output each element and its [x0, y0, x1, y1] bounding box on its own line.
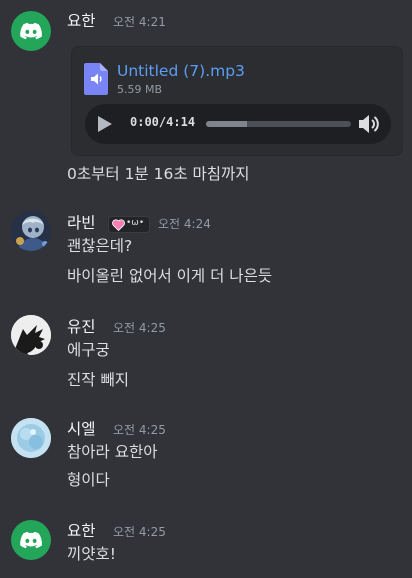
timestamp: 오전 4:24: [158, 217, 211, 231]
message-text: 진작 빼지: [67, 371, 129, 389]
badge-text: •ω•: [126, 218, 145, 228]
username[interactable]: 요한: [67, 11, 96, 31]
audio-file-icon: [84, 63, 108, 95]
message-text: 에구궁: [67, 341, 110, 359]
timestamp: 오전 4:21: [113, 15, 166, 29]
seek-buffered: [206, 121, 247, 127]
avatar[interactable]: [11, 418, 51, 458]
discord-logo-icon: [20, 531, 42, 549]
discord-logo-icon: [20, 22, 42, 40]
timestamp: 오전 4:25: [113, 321, 166, 335]
file-size: 5.59 MB: [117, 83, 163, 96]
volume-icon[interactable]: [357, 113, 381, 135]
username[interactable]: 시엘: [67, 419, 96, 439]
timestamp: 오전 4:25: [113, 525, 166, 539]
play-icon[interactable]: [93, 113, 115, 135]
message-text: 참아라 요한아: [67, 443, 158, 461]
username[interactable]: 라빈: [67, 213, 96, 233]
user-badge[interactable]: •ω•: [108, 216, 150, 233]
message-text: 끼얏호!: [67, 545, 116, 563]
character-avatar-icon: [11, 211, 51, 251]
cat-silhouette-avatar-icon: [11, 315, 51, 355]
avatar[interactable]: [11, 211, 51, 251]
duration: 4:14: [166, 115, 196, 129]
message-text: 바이올린 없어서 이게 더 나은듯: [67, 267, 273, 285]
message-text: 괜찮은데?: [67, 237, 133, 255]
message-text: 0초부터 1분 16초 마침까지: [67, 165, 250, 183]
audio-attachment: Untitled (7).mp3 5.59 MB 0:00/4:14: [71, 46, 403, 156]
audio-player: 0:00/4:14: [85, 104, 391, 144]
timestamp: 오전 4:25: [113, 423, 166, 437]
seek-bar[interactable]: [206, 121, 351, 127]
avatar[interactable]: [11, 11, 51, 51]
playback-time: 0:00/4:14: [130, 115, 195, 129]
file-name-link[interactable]: Untitled (7).mp3: [117, 62, 245, 80]
username[interactable]: 유진: [67, 317, 96, 337]
message-text: 형이다: [67, 471, 110, 489]
blue-watercolor-avatar-icon: [11, 418, 51, 458]
current-time: 0:00: [130, 115, 159, 129]
avatar[interactable]: [11, 315, 51, 355]
pink-heart-icon: [112, 219, 125, 231]
avatar[interactable]: [11, 520, 51, 560]
username[interactable]: 요한: [67, 521, 96, 541]
